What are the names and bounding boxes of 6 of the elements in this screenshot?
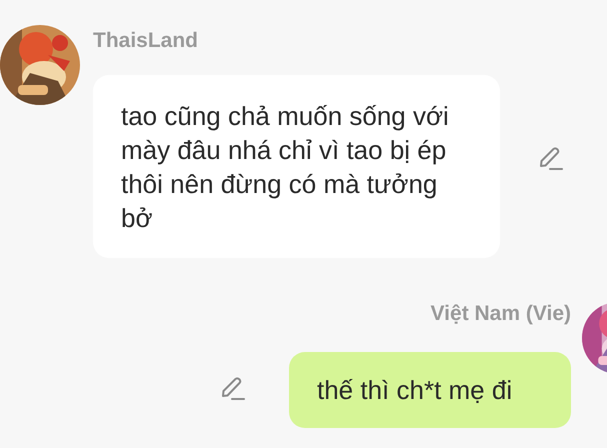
sender-name: Việt Nam (Vie) (430, 302, 571, 326)
sender-name: ThaisLand (93, 29, 198, 53)
pencil-icon[interactable] (219, 375, 245, 401)
message-bubble: tao cũng chả muốn sống với mày đâu nhá chỉ vì tao bị ép thôi nên đừng có mà tưởng bở (93, 75, 500, 258)
pencil-icon[interactable] (537, 144, 563, 170)
message-bubble: thế thì ch*t mẹ đi (289, 352, 571, 428)
